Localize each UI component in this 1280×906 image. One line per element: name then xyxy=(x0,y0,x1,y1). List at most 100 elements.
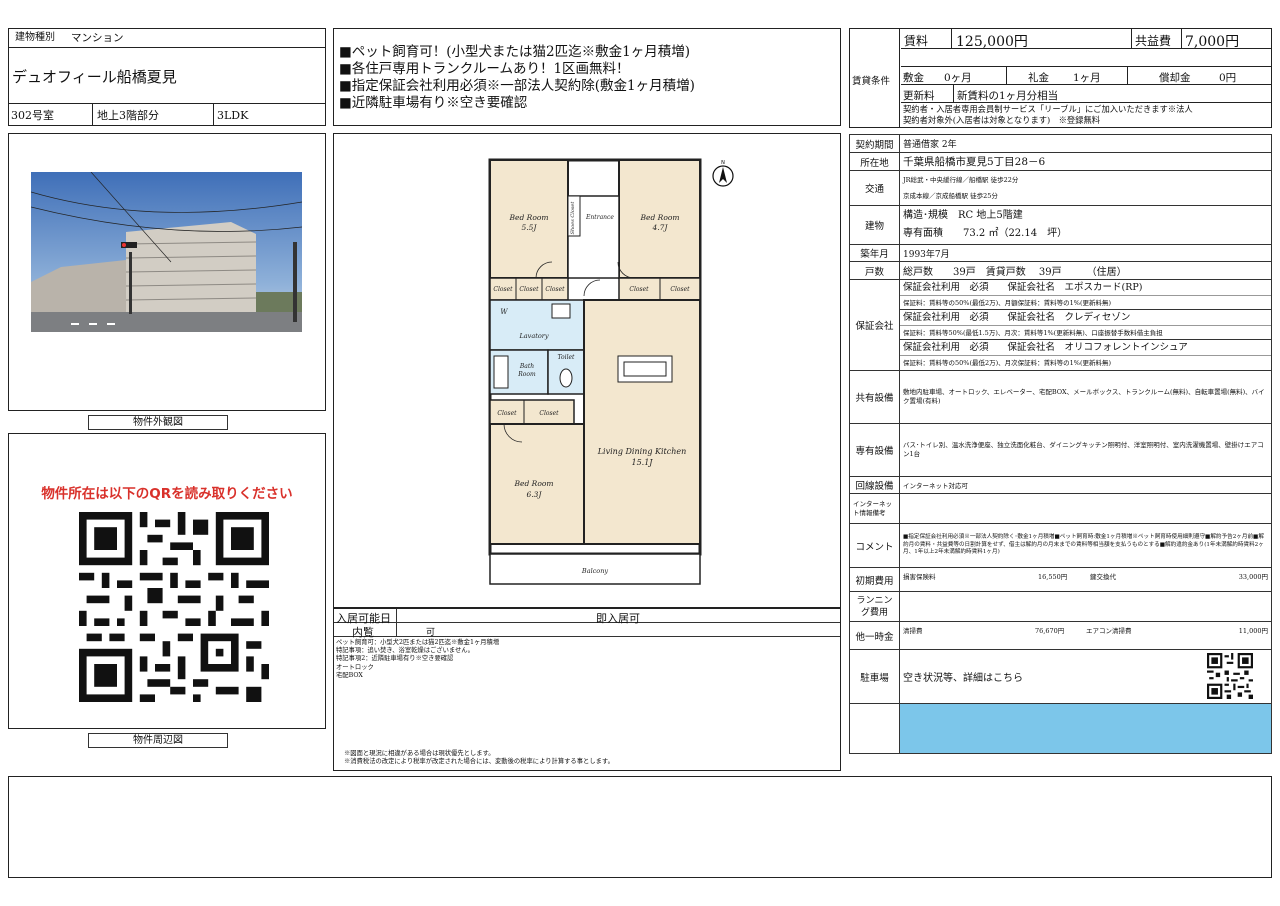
rent-block: 賃貸条件 賃料 125,000円 共益費 7,000円 敷金 0ヶ月 礼金 1ヶ… xyxy=(849,28,1272,128)
guarantor-3-detail: 保証料：賃料等の50%(最低2万)、月次保証料：賃料等の1%(更新料無) xyxy=(903,359,1112,367)
ldk-size: 15.1J xyxy=(631,458,653,467)
guarantor-2: 保証会社利用 必須 保証会社名 クレディセゾン xyxy=(900,310,1271,326)
transport-value: JR総武・中央緩行線／船橋駅 徒歩22分 京成本線／京成船橋駅 徒歩25分 xyxy=(899,170,1272,206)
viewing-label: 内覧 xyxy=(352,626,374,639)
floorplan-box: Bed Room 5.5J Bed Room 4.7J Entrance Sho… xyxy=(333,133,841,608)
guarantor-3: 保証会社利用 必須 保証会社名 オリコフォレントインシュア xyxy=(900,340,1271,356)
floor: 地上3階部分 xyxy=(97,109,159,122)
built-row: 築年月 1993年7月 xyxy=(849,244,1272,262)
other-amount: 11,000円 xyxy=(1238,627,1268,635)
running-cost-row: ランニング費用 xyxy=(849,591,1272,622)
spacer-row xyxy=(901,49,1272,67)
type-value: マンション xyxy=(71,32,124,44)
parking-row: 駐車場 空き状況等、詳細はこちら xyxy=(849,649,1272,704)
parking-value[interactable]: 空き状況等、詳細はこちら xyxy=(903,673,1023,684)
internet-value xyxy=(899,493,1272,524)
entrance-label: Entrance xyxy=(585,214,614,221)
photo-box xyxy=(8,133,326,411)
map-caption: 物件周辺図 xyxy=(88,733,228,748)
svg-text:N: N xyxy=(721,160,725,166)
building-photo xyxy=(31,172,302,332)
movein-row: 入居可能日 即入居可 xyxy=(334,609,840,625)
internet-label: インターネット情報備考 xyxy=(849,493,900,524)
guarantor-value: 保証会社利用 必須 保証会社名 エポスカード(RP) 保証料：賃料等の50%(最… xyxy=(899,279,1272,371)
transport-line: JR総武・中央緩行線／船橋駅 徒歩22分 xyxy=(903,176,1019,184)
closet-label: Closet xyxy=(539,410,559,417)
room-number: 302号室 xyxy=(11,109,54,122)
qr-box: 物件所在は以下のQRを読み取りください xyxy=(8,433,326,729)
private-facilities-label: 専有設備 xyxy=(849,423,900,477)
accent-label-cell xyxy=(849,703,900,754)
note-line: 契約者・入居者専用会員制サービス「リーブル」にご加入いただきます※法人 xyxy=(903,104,1193,114)
common-fee-label: 共益費 xyxy=(1135,34,1172,48)
lavatory-label: Lavatory xyxy=(518,332,548,340)
layout: 3LDK xyxy=(217,109,249,122)
accent-bar xyxy=(899,703,1272,754)
other-fees-value: 清掃費 76,670円 エアコン清掃費 11,000円 xyxy=(899,621,1272,650)
w-label: W xyxy=(500,308,508,316)
built-label: 築年月 xyxy=(849,244,900,262)
renewal-row: 更新料 新賃料の1ヶ月分相当 xyxy=(901,85,1272,103)
amortization-label: 償却金 xyxy=(1159,72,1191,84)
building-area: 専有面積 73.2 ㎡（22.14 坪） xyxy=(903,228,1068,239)
renewal-label: 更新料 xyxy=(903,90,935,102)
ldk-label: Living Dining Kitchen xyxy=(597,447,687,456)
parking-qr-code[interactable] xyxy=(1207,653,1253,699)
guarantor-2-detail: 保証料：賃料等50%(最低1.5万)、月次：賃料等1%(更新料無)、口座振替手数… xyxy=(900,326,1271,340)
viewing-value: 可 xyxy=(426,628,436,638)
other-fees-label: 他一時金 xyxy=(849,621,900,650)
rent-header-cell: 賃貸条件 xyxy=(850,29,900,127)
note-line: オートロック xyxy=(336,663,374,671)
initial-amount: 16,550円 xyxy=(1038,573,1068,581)
name-row: デュオフィール船橋夏見 xyxy=(9,48,325,104)
private-facilities-row: 専有設備 バス･トイレ別、温水洗浄便座、独立洗面化粧台、ダイニングキッチン照明付… xyxy=(849,423,1272,477)
initial-cost-label: 初期費用 xyxy=(849,567,900,592)
bath-label: Room xyxy=(517,371,536,378)
private-facilities-value: バス･トイレ別、温水洗浄便座、独立洗面化粧台、ダイニングキッチン照明付、洋室照明… xyxy=(899,423,1272,477)
divider xyxy=(1131,29,1132,49)
note-line: 特記事項2：近隣駐車場有り※空き要確認 xyxy=(336,655,454,663)
type-row: 建物種別 マンション xyxy=(9,29,325,48)
contract-label: 契約期間 xyxy=(849,134,900,153)
initial-amount: 33,000円 xyxy=(1238,573,1268,581)
units-value: 総戸数 39戸 賃貸戸数 39戸 （住居） xyxy=(899,261,1272,280)
bedroom-3-size: 6.3J xyxy=(527,490,543,499)
north-arrow-icon: N xyxy=(712,160,734,187)
line-facilities-row: 回線設備 インターネット対応可 xyxy=(849,476,1272,494)
bottom-panel xyxy=(8,776,1272,878)
movein-notes: ペット飼育可：小型犬2匹または猫2匹迄※敷金1ヶ月積増 特記事項：追い焚き、浴室… xyxy=(336,639,499,680)
rent-row: 賃料 125,000円 共益費 7,000円 xyxy=(901,29,1272,50)
closet-label: Closet xyxy=(670,286,690,293)
other-item: 清掃費 xyxy=(903,627,923,635)
rent-value: 125,000円 xyxy=(956,34,1028,50)
deposit-value: 0ヶ月 xyxy=(944,72,972,84)
initial-item: 鍵交換代 xyxy=(1090,573,1116,581)
other-amount: 76,670円 xyxy=(1035,627,1065,635)
line-facilities-label: 回線設備 xyxy=(849,476,900,494)
built-value: 1993年7月 xyxy=(899,244,1272,262)
key-money-label: 礼金 xyxy=(1028,72,1049,84)
type-label: 建物種別 xyxy=(15,32,55,43)
guarantor-1: 保証会社利用 必須 保証会社名 エポスカード(RP) xyxy=(900,280,1271,296)
common-fee-value: 7,000円 xyxy=(1185,34,1240,50)
note-line: 宅配BOX xyxy=(336,671,363,679)
comment-row: コメント ■指定保証会社利用必須※一部法人契約除く･敷金1ヶ月積増■ペット飼育時… xyxy=(849,523,1272,568)
units-label: 戸数 xyxy=(849,261,900,280)
shared-facilities-value: 敷地内駐車場、オートロック、エレベーター、宅配BOX、メールボックス、トランクル… xyxy=(899,370,1272,424)
bedroom-2-size: 4.7J xyxy=(652,223,669,232)
membership-note: 契約者・入居者専用会員制サービス「リーブル」にご加入いただきます※法人 契約者対… xyxy=(903,104,1193,126)
parking-value-cell: 空き状況等、詳細はこちら xyxy=(899,649,1272,704)
divider xyxy=(396,609,397,623)
details-table: 契約期間 普通借家 2年 所在地 千葉県船橋市夏見5丁目28－6 交通 JR総武… xyxy=(849,134,1272,754)
location-qr-code[interactable] xyxy=(79,512,269,702)
property-info-box: 建物種別 マンション デュオフィール船橋夏見 302号室 地上3階部分 3LDK xyxy=(8,28,326,126)
closet-label: Closet xyxy=(519,286,539,293)
closet-label: Closet xyxy=(545,286,565,293)
building-value: 構造･規模 RC 地上5階建 専有面積 73.2 ㎡（22.14 坪） xyxy=(899,205,1272,245)
closet-label: Closet xyxy=(497,410,517,417)
transport-label: 交通 xyxy=(849,170,900,206)
closet-label: Closet xyxy=(629,286,649,293)
key-money-value: 1ヶ月 xyxy=(1073,72,1101,84)
divider xyxy=(1127,67,1128,85)
divider xyxy=(951,29,952,49)
